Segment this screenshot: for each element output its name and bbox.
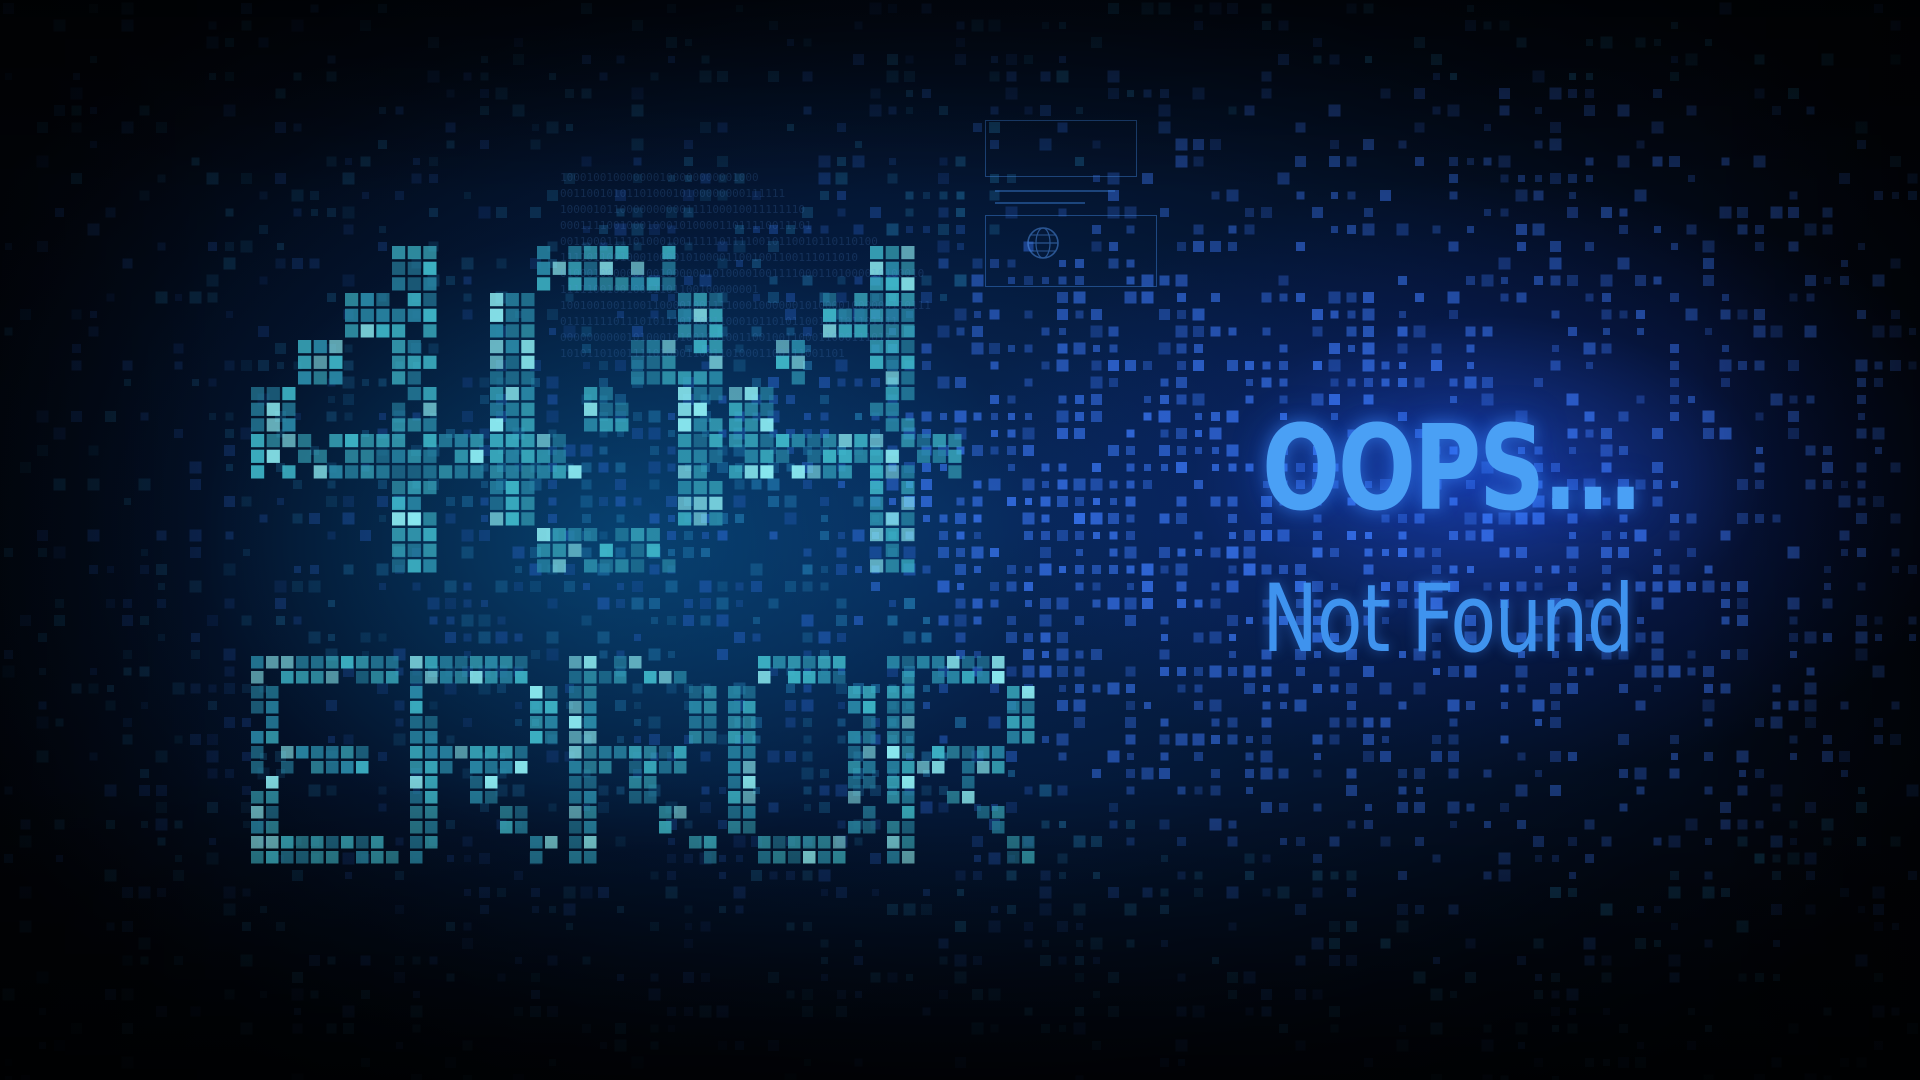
not-found-subheading: Not Found — [1262, 565, 1634, 674]
error-word — [251, 656, 1035, 864]
binary-matrix-background — [2, 2, 1919, 1080]
floating-ui-panel — [985, 120, 1175, 310]
error-404-screen: 100010010000000100000000001000 001100101… — [0, 0, 1920, 1080]
oops-heading: OOPS... — [1262, 399, 1643, 537]
globe-icon — [1027, 227, 1059, 259]
